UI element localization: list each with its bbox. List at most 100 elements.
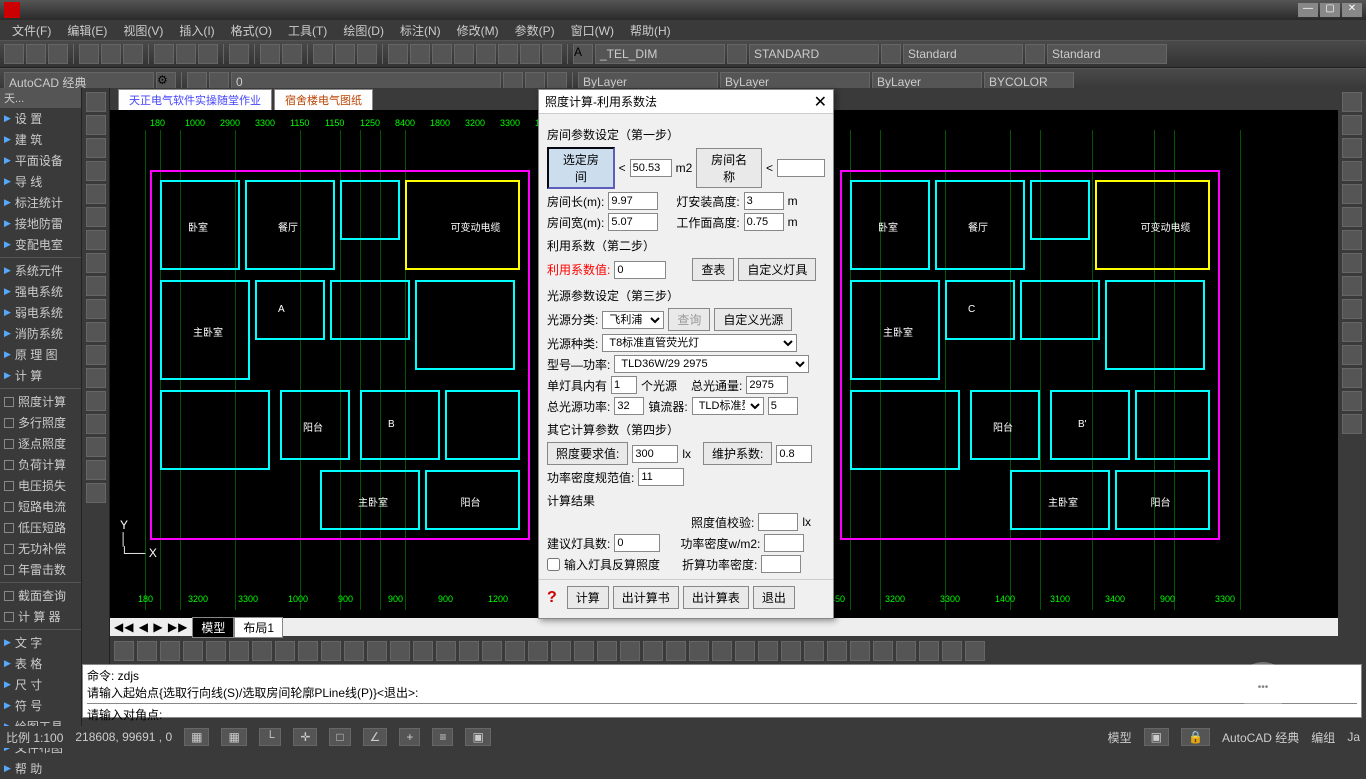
calc2-icon[interactable]	[520, 44, 540, 64]
sheet-icon[interactable]	[498, 44, 518, 64]
text-icon[interactable]	[86, 437, 106, 457]
bt-icon-8[interactable]	[298, 641, 318, 661]
snap-button[interactable]: ▦	[184, 728, 209, 746]
otrack-button[interactable]: ∠	[363, 728, 388, 746]
conv-dens-input[interactable]	[761, 555, 801, 573]
bt-icon-35[interactable]	[919, 641, 939, 661]
dimstyle-icon[interactable]	[727, 44, 747, 64]
src-type-select[interactable]: T8标准直管荧光灯	[602, 334, 797, 352]
open-icon[interactable]	[26, 44, 46, 64]
menu-绘图(D)[interactable]: 绘图(D)	[335, 20, 392, 40]
menu-格式(O)[interactable]: 格式(O)	[223, 20, 280, 40]
grid-button[interactable]: ▦	[221, 728, 246, 746]
bt-icon-13[interactable]	[413, 641, 433, 661]
bt-icon-2[interactable]	[160, 641, 180, 661]
panel-title[interactable]: 天...	[0, 88, 81, 108]
status-ja[interactable]: Ja	[1347, 730, 1360, 744]
dist-icon[interactable]	[1342, 253, 1362, 273]
side-item[interactable]: ▶消防系统	[0, 323, 81, 344]
req-lux-button[interactable]: 照度要求值:	[547, 442, 628, 465]
lwt-button[interactable]: ≡	[432, 728, 453, 746]
side-item[interactable]: 照度计算	[0, 391, 81, 412]
pwr-dens-std-input[interactable]	[638, 468, 684, 486]
custom-src-button[interactable]: 自定义光源	[714, 308, 792, 331]
side-item[interactable]: ▶建 筑	[0, 129, 81, 150]
bt-icon-23[interactable]	[643, 641, 663, 661]
doc-tab[interactable]: 宿舍楼电气图纸	[274, 89, 373, 110]
polygon-icon[interactable]	[86, 138, 106, 158]
tab-nav[interactable]: ◀◀ ◀ ▶ ▶▶	[110, 620, 192, 634]
textstyle-combo[interactable]: _TEL_DIM	[595, 44, 725, 64]
osnap-button[interactable]: □	[329, 728, 350, 746]
tablestyle-combo[interactable]: Standard	[903, 44, 1023, 64]
room-name-button[interactable]: 房间名称	[696, 148, 762, 188]
book-button[interactable]: 出计算书	[613, 586, 679, 609]
rect-icon[interactable]	[86, 161, 106, 181]
tab-model[interactable]: 模型	[192, 617, 234, 638]
bt-icon-24[interactable]	[666, 641, 686, 661]
area-icon[interactable]	[1342, 276, 1362, 296]
bt-icon-18[interactable]	[528, 641, 548, 661]
region-icon[interactable]	[86, 391, 106, 411]
status-scale[interactable]: 比例 1:100	[6, 729, 63, 746]
ellipse-icon[interactable]	[86, 253, 106, 273]
bt-icon-37[interactable]	[965, 641, 985, 661]
commandline[interactable]: 命令: zdjs 请输入起始点{选取行向线(S)/选取房间轮廓PLine线(P)…	[82, 664, 1362, 718]
undo-icon[interactable]	[260, 44, 280, 64]
dialog-titlebar[interactable]: 照度计算-利用系数法 ✕	[539, 90, 833, 114]
menu-参数(P)[interactable]: 参数(P)	[507, 20, 563, 40]
calc-button[interactable]: 计算	[567, 586, 609, 609]
menu-视图(V)[interactable]: 视图(V)	[115, 20, 171, 40]
block-icon[interactable]	[410, 44, 430, 64]
prop-icon[interactable]	[1342, 115, 1362, 135]
maint-input[interactable]	[776, 445, 812, 463]
show-icon[interactable]	[1342, 230, 1362, 250]
bt-icon-1[interactable]	[137, 641, 157, 661]
install-h-input[interactable]	[744, 192, 784, 210]
bt-icon-21[interactable]	[597, 641, 617, 661]
textstyle-icon[interactable]: A	[573, 44, 593, 64]
layer2-icon[interactable]	[454, 44, 474, 64]
close-button[interactable]: ✕	[1342, 3, 1362, 17]
status-model[interactable]: 模型	[1108, 729, 1132, 746]
arc-icon[interactable]	[86, 184, 106, 204]
help-icon[interactable]: ?	[547, 589, 557, 607]
ballast-num-input[interactable]	[768, 397, 798, 415]
match-icon[interactable]	[229, 44, 249, 64]
total-flux-input[interactable]	[746, 376, 788, 394]
status-lock-icon[interactable]: 🔒	[1181, 728, 1210, 746]
custom-lamp-button[interactable]: 自定义灯具	[738, 258, 816, 281]
dialog-close-icon[interactable]: ✕	[814, 92, 827, 112]
side-item[interactable]: ▶强电系统	[0, 281, 81, 302]
point-icon[interactable]	[86, 322, 106, 342]
side-item[interactable]: ▶尺 寸	[0, 674, 81, 695]
A-icon[interactable]	[86, 483, 106, 503]
mlstyle-combo[interactable]: Standard	[1047, 44, 1167, 64]
req-lux-input[interactable]	[632, 445, 678, 463]
bt-icon-17[interactable]	[505, 641, 525, 661]
side-item[interactable]: ▶变配电室	[0, 234, 81, 255]
preview-icon[interactable]	[101, 44, 121, 64]
center-icon[interactable]	[1342, 345, 1362, 365]
print-icon[interactable]	[79, 44, 99, 64]
work-h-input[interactable]	[744, 213, 784, 231]
bt-icon-33[interactable]	[873, 641, 893, 661]
sugg-lamp-input[interactable]	[614, 534, 660, 552]
bt-icon-22[interactable]	[620, 641, 640, 661]
qleader-icon[interactable]	[1342, 299, 1362, 319]
doc-tab[interactable]: 天正电气软件实操随堂作业	[118, 89, 272, 110]
menu-编辑(E)[interactable]: 编辑(E)	[59, 20, 115, 40]
bt-icon-5[interactable]	[229, 641, 249, 661]
query-button[interactable]: 查询	[668, 308, 710, 331]
side-item[interactable]: 无功补偿	[0, 538, 81, 559]
menu-文件(F)[interactable]: 文件(F)	[4, 20, 59, 40]
side-item[interactable]: 低压短路	[0, 517, 81, 538]
select-room-button[interactable]: 选定房间	[547, 147, 615, 189]
bt-icon-32[interactable]	[850, 641, 870, 661]
mtext-icon[interactable]	[86, 460, 106, 480]
dimstyle-combo[interactable]: STANDARD	[749, 44, 879, 64]
side-item[interactable]: ▶计 算	[0, 365, 81, 386]
side-item[interactable]: 年雷击数	[0, 559, 81, 580]
bt-icon-19[interactable]	[551, 641, 571, 661]
revcl-icon[interactable]	[86, 299, 106, 319]
